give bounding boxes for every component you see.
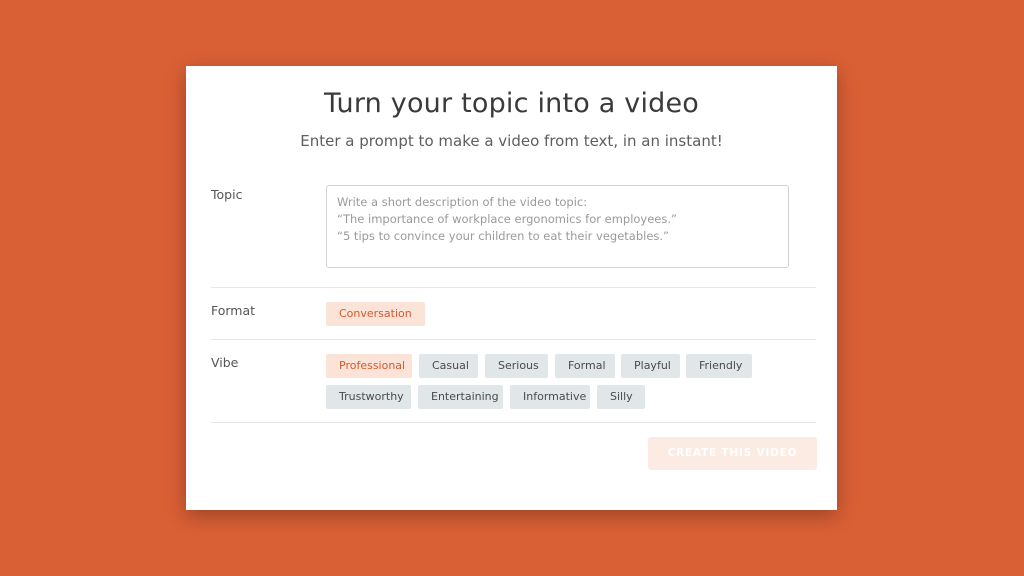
topic-input[interactable]: Write a short description of the video t… [326,185,789,268]
format-label: Format [211,303,256,318]
vibe-option-trustworthy[interactable]: Trustworthy [326,385,411,409]
vibe-option-friendly[interactable]: Friendly [686,354,752,378]
divider [211,339,816,340]
vibe-option-casual[interactable]: Casual [419,354,478,378]
vibe-option-entertaining[interactable]: Entertaining [418,385,503,409]
page-title: Turn your topic into a video [323,88,700,119]
create-video-card: Turn your topic into a video Enter a pro… [186,66,837,510]
vibe-option-informative[interactable]: Informative [510,385,590,409]
vibe-option-serious[interactable]: Serious [485,354,548,378]
vibe-label: Vibe [211,355,239,370]
page-subtitle: Enter a prompt to make a video from text… [300,132,723,150]
vibe-option-professional[interactable]: Professional [326,354,412,378]
vibe-option-silly[interactable]: Silly [597,385,645,409]
divider [211,422,816,423]
vibe-option-playful[interactable]: Playful [621,354,680,378]
vibe-option-formal[interactable]: Formal [555,354,615,378]
format-option-conversation[interactable]: Conversation [326,302,425,326]
create-video-button[interactable]: CREATE THIS VIDEO [648,437,817,470]
divider [211,287,816,288]
topic-label: Topic [211,187,243,202]
